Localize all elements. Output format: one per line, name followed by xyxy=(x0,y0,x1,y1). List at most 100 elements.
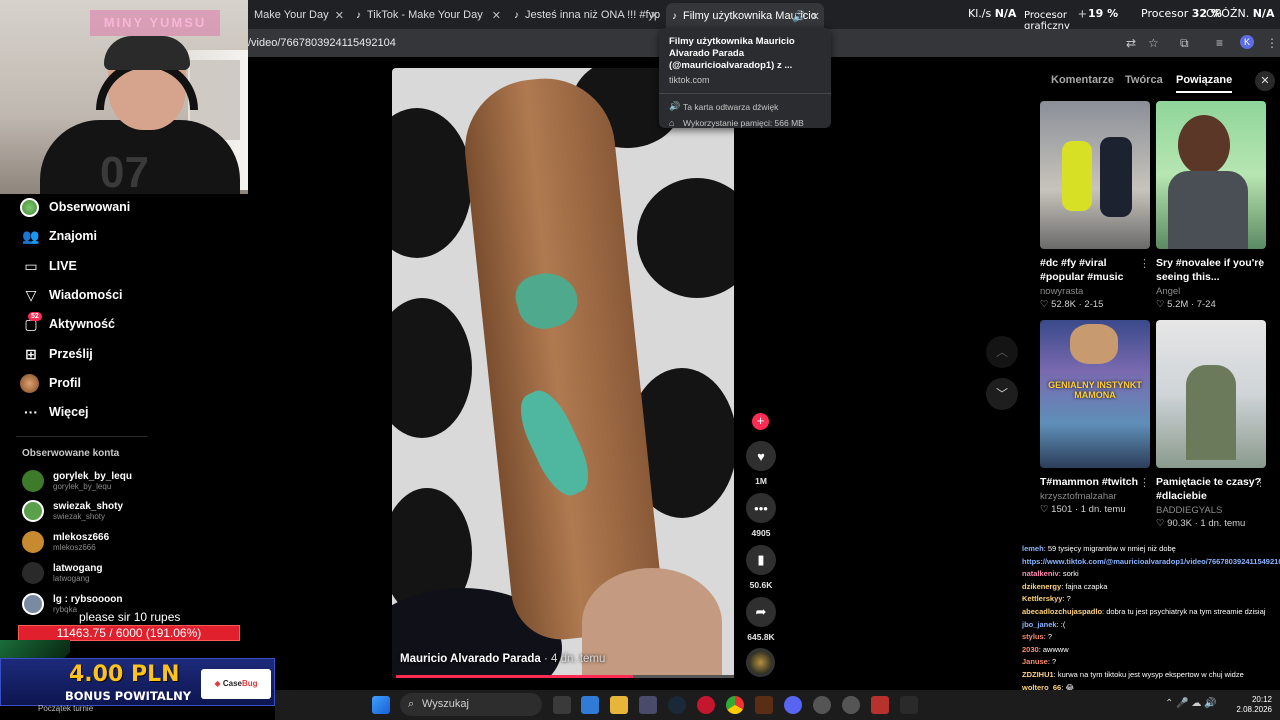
sidebar-item-obserwowani[interactable]: Obserwowani xyxy=(20,195,130,219)
system-tray-icons[interactable]: ⌃ 🎤 ☁ 🔊 xyxy=(1165,698,1217,709)
avatar xyxy=(22,562,44,584)
tab-make-your-day[interactable]: Make Your Day ✕ xyxy=(248,4,348,26)
close-icon[interactable]: ✕ xyxy=(811,10,820,23)
translate-icon[interactable]: ⇄ xyxy=(1126,36,1136,50)
related-video-card[interactable]: Pamiętacie te czasy? #dlaciebie BADDIEGY… xyxy=(1156,320,1266,529)
sidebar-item-wiadomosci[interactable]: ▽ Wiadomości xyxy=(20,283,123,307)
related-video-card[interactable]: #dc #fy #viral #popular #music nowyrasta… xyxy=(1040,101,1150,310)
chat-text: : dobra tu jest psychiatryk na tym strea… xyxy=(1102,606,1266,616)
tab-jestes-inna[interactable]: ♪ Jesteś inna niż ONA !!! #fyp #d ✕ xyxy=(508,4,663,26)
followed-account[interactable]: mlekosz666 mlekosz666 xyxy=(22,529,109,555)
taskbar-search[interactable]: ⌕ Wyszukaj xyxy=(400,693,542,716)
chat-message: jbo_janek: :( xyxy=(1018,619,1280,632)
profile-avatar-icon[interactable]: K xyxy=(1240,35,1254,49)
chat-message: 2030: awwww xyxy=(1018,644,1280,657)
task-view-icon[interactable] xyxy=(553,696,571,714)
discord-icon[interactable] xyxy=(784,696,802,714)
heart-icon: ♥ xyxy=(746,441,776,471)
more-options-icon[interactable]: ⋮ xyxy=(1255,257,1266,270)
sidebar-item-profil[interactable]: Profil xyxy=(20,371,81,395)
more-options-icon[interactable]: ⋮ xyxy=(1255,476,1266,489)
bonus-label: BONUS POWITALNY xyxy=(65,689,192,703)
save-button[interactable]: ▮ 50.6K xyxy=(740,545,782,590)
osd-delay-label: OPÓŹN. xyxy=(1206,7,1250,20)
hover-card-audio: 🔊 Ta karta odtwarza dźwięk xyxy=(669,101,821,112)
video-caption[interactable]: Mauricio Alvarado Parada · 4 dn. temu xyxy=(400,653,605,665)
video-thumbnail[interactable] xyxy=(1040,101,1150,249)
card-user[interactable]: krzysztofmalzahar xyxy=(1040,491,1150,502)
video-progress-bar[interactable] xyxy=(396,675,734,678)
video-thumbnail[interactable]: GENIALNY INSTYNKT MAMONA xyxy=(1040,320,1150,468)
video-player[interactable]: Mauricio Alvarado Parada · 4 dn. temu xyxy=(392,68,734,678)
like-button[interactable]: ♥ 1M xyxy=(740,441,782,486)
game-icon[interactable] xyxy=(755,696,773,714)
obs-icon[interactable] xyxy=(813,696,831,714)
extensions-icon[interactable]: ⧉ xyxy=(1180,36,1189,51)
more-options-icon[interactable]: ⋮ xyxy=(1139,476,1150,489)
chrome-icon[interactable] xyxy=(726,696,744,714)
menu-dots-icon[interactable]: ⋮ xyxy=(1266,36,1278,50)
chat-text: : kurwa na tym tiktoku jest wysyp eksper… xyxy=(1053,669,1244,679)
sidebar-item-wiecej[interactable]: ··· Więcej xyxy=(20,400,89,424)
upload-icon: ⊞ xyxy=(25,345,37,362)
app-icon[interactable] xyxy=(900,696,918,714)
card-user[interactable]: nowyrasta xyxy=(1040,286,1150,297)
followed-account[interactable]: swiezak_shoty swiezak_shoty xyxy=(22,498,123,524)
tab-powiazane[interactable]: Powiązane xyxy=(1176,74,1233,93)
osd-kl-value: N/A xyxy=(994,7,1017,20)
video-author[interactable]: Mauricio Alvarado Parada xyxy=(400,653,541,665)
related-video-card[interactable]: GENIALNY INSTYNKT MAMONA T#mammon #twitc… xyxy=(1040,320,1150,515)
media-icon[interactable]: ≡ xyxy=(1216,36,1223,50)
follow-plus-button[interactable]: + xyxy=(752,413,769,430)
share-button[interactable]: ➦ 645.8K xyxy=(740,597,782,642)
chat-message: Januse: ? xyxy=(1018,656,1280,669)
store-icon[interactable] xyxy=(639,696,657,714)
card-stats: ♡ 5.2M · 7-24 xyxy=(1156,299,1216,310)
tab-filmy-mauricio[interactable]: ♪ Filmy użytkownika Mauricio 🔊 ✕ xyxy=(666,3,824,29)
comment-count: 4905 xyxy=(751,528,771,538)
sidebar-item-przeslij[interactable]: ⊞ Prześlij xyxy=(20,342,93,366)
card-user[interactable]: BADDIEGYALS xyxy=(1156,505,1266,516)
thumbnail-figure xyxy=(1062,141,1092,211)
followed-account[interactable]: gorylek_by_lequ gorylek_by_lequ xyxy=(22,468,132,494)
osd-kl-label: Kl./s xyxy=(968,7,992,20)
url-field[interactable]: /video/7667803924115492104 xyxy=(248,37,396,49)
account-handle: mlekosz666 xyxy=(53,543,96,552)
new-tab-icon[interactable]: + xyxy=(1078,6,1087,23)
steam-icon[interactable] xyxy=(668,696,686,714)
sidebar-item-aktywnosc[interactable]: ▢ 52 Aktywność xyxy=(20,312,115,336)
streamer-cap xyxy=(104,36,190,70)
next-video-button[interactable]: ﹀ xyxy=(986,378,1018,410)
tab-tiktok[interactable]: ♪ TikTok - Make Your Day ✕ xyxy=(350,4,505,26)
card-user[interactable]: Angel xyxy=(1156,286,1266,297)
following-avatar-icon xyxy=(20,197,39,217)
sidebar-item-live[interactable]: ▭ LIVE xyxy=(20,254,76,278)
account-handle: latwogang xyxy=(53,574,90,583)
brave-icon[interactable] xyxy=(871,696,889,714)
sidebar-item-znajomi[interactable]: 👥 Znajomi xyxy=(20,224,97,248)
start-icon[interactable] xyxy=(372,696,390,714)
comment-button[interactable]: ••• 4905 xyxy=(740,493,782,538)
related-video-card[interactable]: Sry #novalee if you're seeing this... An… xyxy=(1156,101,1266,310)
close-icon[interactable]: ✕ xyxy=(335,9,344,22)
followed-account[interactable]: latwogang latwogang xyxy=(22,560,102,586)
previous-video-button[interactable]: ︿ xyxy=(986,336,1018,368)
obs-icon[interactable] xyxy=(842,696,860,714)
outlook-icon[interactable] xyxy=(581,696,599,714)
more-options-icon[interactable]: ⋮ xyxy=(1139,257,1150,270)
bookmark-star-icon[interactable]: ☆ xyxy=(1148,36,1159,50)
music-disc-icon[interactable] xyxy=(746,648,775,677)
speaker-icon[interactable]: 🔊 xyxy=(792,10,806,23)
video-thumbnail[interactable] xyxy=(1156,101,1266,249)
account-name: lg : rybsoooon xyxy=(53,594,123,605)
account-name: gorylek_by_lequ xyxy=(53,471,132,482)
close-icon[interactable]: ✕ xyxy=(650,9,659,22)
clock[interactable]: 20:12 2.08.2026 xyxy=(1228,695,1272,715)
tab-komentarze[interactable]: Komentarze xyxy=(1051,74,1114,86)
close-icon[interactable]: ✕ xyxy=(1255,71,1275,91)
video-thumbnail[interactable] xyxy=(1156,320,1266,468)
close-icon[interactable]: ✕ xyxy=(492,9,501,22)
app-icon[interactable] xyxy=(697,696,715,714)
file-explorer-icon[interactable] xyxy=(610,696,628,714)
tab-tworca[interactable]: Twórca xyxy=(1125,74,1163,86)
